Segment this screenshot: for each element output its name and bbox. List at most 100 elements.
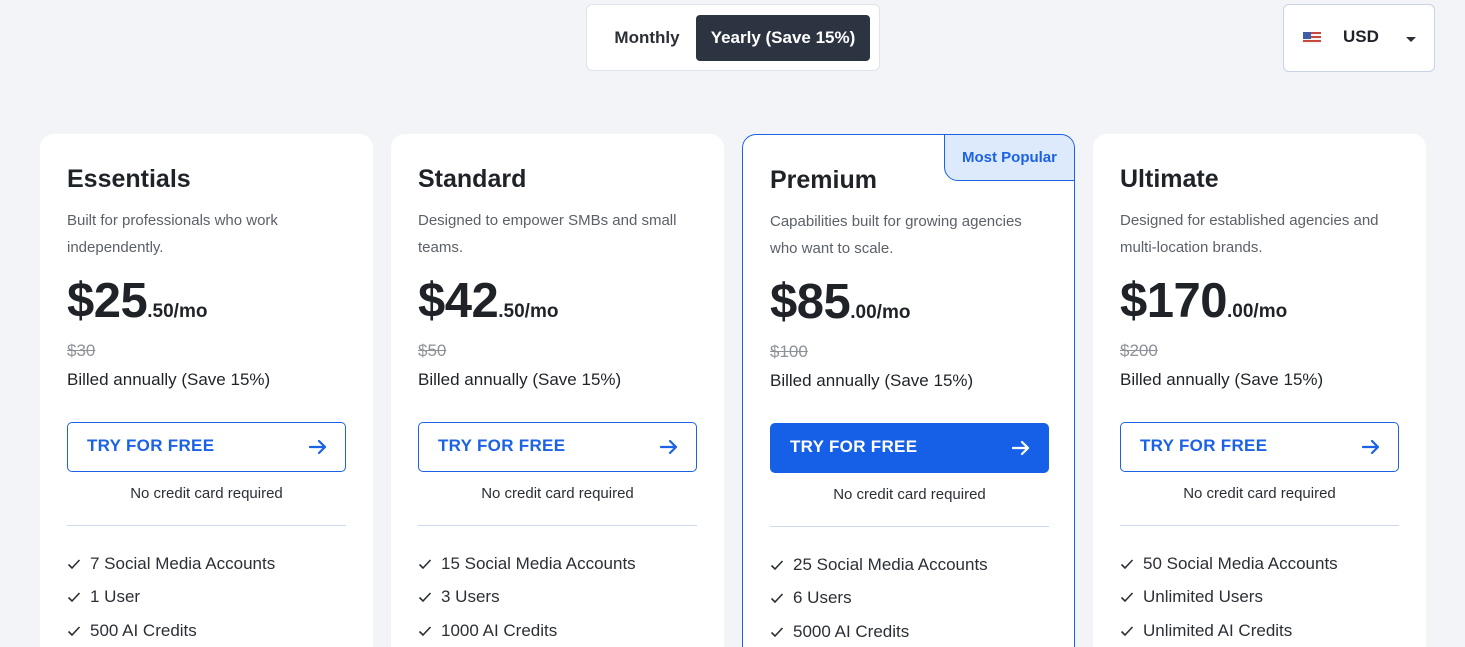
currency-select[interactable]: USD <box>1283 4 1435 72</box>
check-icon <box>1120 592 1134 603</box>
feature-list: 25 Social Media Accounts 6 Users 5000 AI… <box>770 548 1049 647</box>
plan-card-premium: Most Popular Premium Capabilities built … <box>742 134 1075 647</box>
plan-card-essentials: Essentials Built for professionals who w… <box>40 134 373 647</box>
try-for-free-button[interactable]: TRY FOR FREE <box>770 423 1049 473</box>
price-main: $42 <box>418 274 499 328</box>
check-icon <box>770 560 784 570</box>
plan-name: Ultimate <box>1120 165 1219 193</box>
feature-label: 50 Social Media Accounts <box>1143 553 1338 573</box>
old-price: $30 <box>67 341 96 360</box>
feature-item: 1000 AI Credits <box>418 614 697 647</box>
plan-description: Capabilities built for growing agencies … <box>770 213 1022 257</box>
feature-label: 1000 AI Credits <box>441 620 558 640</box>
divider <box>67 525 346 526</box>
price-cents: .50/mo <box>147 301 208 322</box>
cta-label: TRY FOR FREE <box>790 437 918 456</box>
divider <box>770 526 1049 527</box>
feature-label: 7 Social Media Accounts <box>90 553 276 573</box>
check-icon <box>770 593 784 604</box>
plan-price: $85.00/mo <box>770 274 910 330</box>
feature-label: 3 Users <box>441 587 500 607</box>
price-cents: .00/mo <box>850 302 911 323</box>
feature-item: 7 Social Media Accounts <box>67 547 346 581</box>
check-icon <box>770 627 784 637</box>
price-main: $25 <box>67 274 148 328</box>
try-for-free-button[interactable]: TRY FOR FREE <box>67 422 346 472</box>
plan-description: Built for professionals who work indepen… <box>67 212 278 256</box>
divider <box>418 525 697 526</box>
feature-list: 7 Social Media Accounts 1 User 500 AI Cr… <box>67 547 346 647</box>
plan-price: $170.00/mo <box>1120 273 1287 329</box>
no-credit-card-note: No credit card required <box>833 486 986 503</box>
check-icon <box>418 592 432 603</box>
old-price: $200 <box>1120 341 1158 360</box>
plan-name: Premium <box>770 166 877 194</box>
feature-item: 25 Social Media Accounts <box>770 548 1049 582</box>
try-for-free-button[interactable]: TRY FOR FREE <box>418 422 697 472</box>
try-for-free-button[interactable]: TRY FOR FREE <box>1120 422 1399 472</box>
check-icon <box>67 626 81 636</box>
billing-note: Billed annually (Save 15%) <box>1120 370 1324 389</box>
feature-label: 1 User <box>90 587 141 607</box>
arrow-right-icon <box>1361 439 1380 455</box>
no-credit-card-note: No credit card required <box>481 485 634 502</box>
plan-name: Standard <box>418 165 527 193</box>
feature-item: 1 User <box>67 581 346 615</box>
chevron-down-icon <box>1406 37 1416 42</box>
check-icon <box>418 626 432 636</box>
feature-item: 3 Users <box>418 581 697 615</box>
plan-description: Designed to empower SMBs and small teams… <box>418 212 677 256</box>
arrow-right-icon <box>659 439 678 455</box>
price-main: $85 <box>770 275 851 329</box>
yearly-option[interactable]: Yearly (Save 15%) <box>696 15 870 61</box>
feature-label: 6 Users <box>793 588 852 608</box>
price-cents: .00/mo <box>1227 301 1288 322</box>
feature-item: 50 Social Media Accounts <box>1120 547 1399 581</box>
check-icon <box>67 592 81 603</box>
feature-item: 6 Users <box>770 582 1049 616</box>
feature-item: 5000 AI Credits <box>770 615 1049 647</box>
no-credit-card-note: No credit card required <box>130 485 283 502</box>
feature-item: 15 Social Media Accounts <box>418 547 697 581</box>
no-credit-card-note: No credit card required <box>1183 485 1336 502</box>
plan-card-standard: Standard Designed to empower SMBs and sm… <box>391 134 724 647</box>
price-cents: .50/mo <box>498 301 559 322</box>
check-icon <box>1120 559 1134 569</box>
feature-label: 15 Social Media Accounts <box>441 553 636 573</box>
feature-label: 25 Social Media Accounts <box>793 554 988 574</box>
plan-description: Designed for established agencies and mu… <box>1120 212 1379 256</box>
plan-price: $25.50/mo <box>67 273 207 329</box>
billing-note: Billed annually (Save 15%) <box>67 370 271 389</box>
plan-price: $42.50/mo <box>418 273 558 329</box>
feature-label: Unlimited AI Credits <box>1143 620 1293 640</box>
feature-label: Unlimited Users <box>1143 587 1263 607</box>
feature-label: 500 AI Credits <box>90 620 197 640</box>
arrow-right-icon <box>308 439 327 455</box>
feature-item: 500 AI Credits <box>67 614 346 647</box>
feature-item: Unlimited Users <box>1120 581 1399 615</box>
cta-label: TRY FOR FREE <box>438 436 566 455</box>
feature-list: 15 Social Media Accounts 3 Users 1000 AI… <box>418 547 697 647</box>
plan-name: Essentials <box>67 165 191 193</box>
arrow-right-icon <box>1011 440 1030 456</box>
feature-item: Unlimited AI Credits <box>1120 614 1399 647</box>
old-price: $100 <box>770 342 808 361</box>
feature-label: 5000 AI Credits <box>793 621 910 641</box>
feature-list: 50 Social Media Accounts Unlimited Users… <box>1120 547 1399 647</box>
cta-label: TRY FOR FREE <box>1140 436 1268 455</box>
price-main: $170 <box>1120 274 1228 328</box>
check-icon <box>1120 626 1134 636</box>
currency-code: USD <box>1343 27 1379 46</box>
monthly-option[interactable]: Monthly <box>597 15 697 61</box>
billing-note: Billed annually (Save 15%) <box>418 370 622 389</box>
billing-period-toggle: Monthly Yearly (Save 15%) <box>586 4 880 71</box>
check-icon <box>418 559 432 569</box>
us-flag-icon <box>1303 32 1321 44</box>
old-price: $50 <box>418 341 447 360</box>
plan-card-ultimate: Ultimate Designed for established agenci… <box>1093 134 1426 647</box>
divider <box>1120 525 1399 526</box>
billing-note: Billed annually (Save 15%) <box>770 371 974 390</box>
cta-label: TRY FOR FREE <box>87 436 215 455</box>
most-popular-badge: Most Popular <box>944 135 1074 181</box>
check-icon <box>67 559 81 569</box>
